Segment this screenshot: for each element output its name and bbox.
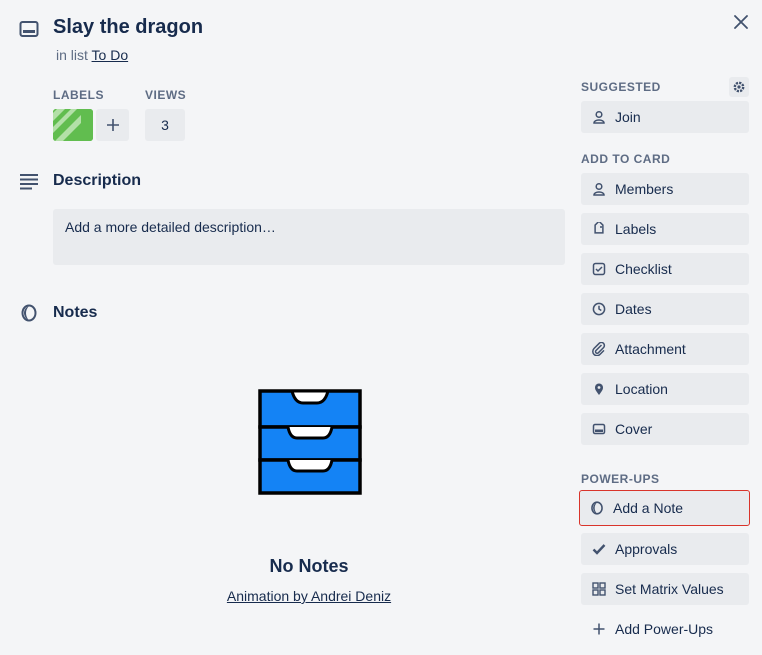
members-button[interactable]: Members [581, 173, 749, 205]
labels-label: Labels [615, 221, 657, 237]
label-stripes [53, 109, 93, 141]
location-label: Location [615, 381, 668, 397]
person-icon [593, 182, 605, 196]
grid-icon [592, 582, 606, 596]
add-label-button[interactable] [96, 109, 129, 141]
join-label: Join [615, 109, 641, 125]
cover-label: Cover [615, 421, 653, 437]
add-note-label: Add a Note [613, 500, 684, 516]
attachment-label: Attachment [615, 341, 686, 357]
plus-icon [593, 623, 605, 635]
settings-button[interactable] [729, 77, 749, 97]
plus-icon [106, 119, 119, 131]
drawer-illustration [258, 389, 362, 495]
description-heading: Description [53, 172, 142, 189]
pin-icon [595, 383, 603, 395]
checklist-button[interactable]: Checklist [581, 253, 749, 285]
approvals-label: Approvals [615, 541, 678, 557]
cover-button[interactable]: Cover [581, 413, 749, 445]
animation-credit-link[interactable]: Animation by Andrei Deniz [227, 588, 391, 604]
views-count: 3 [145, 109, 185, 141]
views-heading: VIEWS [145, 88, 187, 102]
labels-heading: LABELS [53, 88, 104, 102]
list-prefix: in list [56, 47, 88, 63]
close-icon [734, 15, 748, 29]
tag-icon [594, 222, 604, 234]
power-ups-heading: POWER-UPS [581, 472, 660, 486]
add-power-ups-label: Add Power-Ups [615, 621, 714, 637]
add-note-button[interactable]: Add a Note [579, 490, 750, 526]
attachment-button[interactable]: Attachment [581, 333, 749, 365]
approvals-button[interactable]: Approvals [581, 533, 749, 565]
add-to-card-heading: ADD TO CARD [581, 152, 671, 166]
checkbox-icon [592, 262, 606, 276]
list-link[interactable]: To Do [92, 47, 129, 63]
card-icon [19, 21, 39, 37]
description-icon [20, 174, 38, 190]
animation-credit: Animation by Andrei Deniz [180, 588, 438, 604]
note-icon [591, 501, 603, 515]
clock-icon [592, 302, 606, 316]
gear-icon [733, 81, 745, 93]
add-power-ups-button[interactable]: Add Power-Ups [581, 613, 749, 645]
note-icon [21, 304, 37, 322]
label-chip[interactable] [53, 109, 93, 141]
description-input[interactable]: Add a more detailed description… [53, 209, 565, 265]
dates-button[interactable]: Dates [581, 293, 749, 325]
labels-button[interactable]: Labels [581, 213, 749, 245]
person-icon [593, 110, 605, 124]
paperclip-icon [592, 342, 606, 356]
members-label: Members [615, 181, 674, 197]
cover-icon [592, 423, 606, 435]
card-title[interactable]: Slay the dragon [53, 16, 203, 39]
no-notes-title: No Notes [269, 556, 349, 576]
join-button[interactable]: Join [581, 101, 749, 133]
set-matrix-values-button[interactable]: Set Matrix Values [581, 573, 749, 605]
dates-label: Dates [615, 301, 652, 317]
suggested-heading: SUGGESTED [581, 80, 661, 94]
location-button[interactable]: Location [581, 373, 749, 405]
checklist-label: Checklist [615, 261, 672, 277]
close-button[interactable] [728, 9, 754, 35]
check-icon [592, 544, 606, 555]
list-line: in list To Do [56, 47, 128, 63]
notes-heading: Notes [53, 304, 98, 321]
set-matrix-values-label: Set Matrix Values [615, 581, 724, 597]
